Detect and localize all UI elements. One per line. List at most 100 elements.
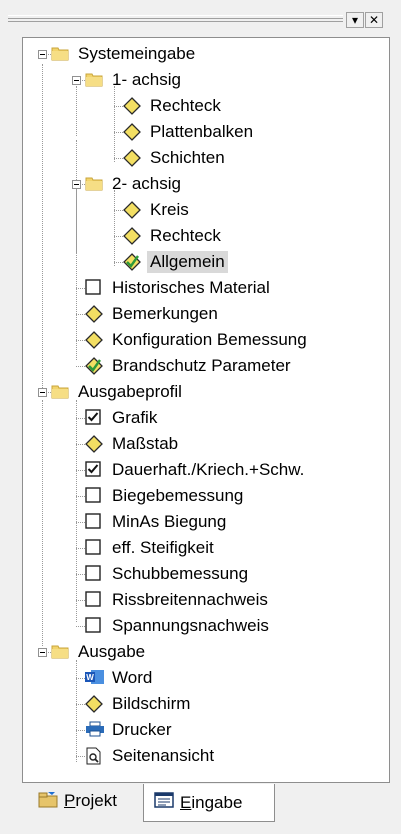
tree-node-label[interactable]: Seitenansicht	[109, 745, 217, 767]
tree-node[interactable]: Grafik	[23, 405, 389, 431]
tree-node-label[interactable]: Schichten	[147, 147, 228, 169]
tree-node-label[interactable]: Schubbemessung	[109, 563, 251, 585]
checkbox-icon[interactable]	[85, 591, 103, 609]
tree-node[interactable]: MinAs Biegung	[23, 509, 389, 535]
collapse-toggle[interactable]	[38, 388, 47, 397]
tree-node-label[interactable]: Rissbreitennachweis	[109, 589, 271, 611]
tree-line	[76, 626, 85, 627]
tree-node[interactable]: Drucker	[23, 717, 389, 743]
tree-node[interactable]: Allgemein	[23, 249, 389, 275]
tree-node[interactable]: W Word	[23, 665, 389, 691]
tree-node-label[interactable]: Konfiguration Bemessung	[109, 329, 310, 351]
tab-projekt[interactable]: Projekt	[28, 784, 140, 818]
tree-node-label[interactable]: Bildschirm	[109, 693, 193, 715]
tree-line	[76, 418, 85, 419]
tree-node-label[interactable]: Kreis	[147, 199, 192, 221]
tree-node[interactable]: Ausgabeprofil	[23, 379, 389, 405]
tree-node-label[interactable]: 1- achsig	[109, 69, 184, 91]
tree-node[interactable]: Rechteck	[23, 93, 389, 119]
tree-node[interactable]: Dauerhaft./Kriech.+Schw.	[23, 457, 389, 483]
checkbox-icon[interactable]	[85, 487, 103, 505]
tree-node[interactable]: Plattenbalken	[23, 119, 389, 145]
checkbox-icon[interactable]	[85, 279, 103, 297]
checkbox-icon[interactable]	[85, 617, 103, 635]
folder-icon	[51, 643, 69, 661]
tree-node[interactable]: Bildschirm	[23, 691, 389, 717]
tree-node[interactable]: Systemeingabe	[23, 41, 389, 67]
tree-node-label[interactable]: Plattenbalken	[147, 121, 256, 143]
tree-node-label[interactable]: Drucker	[109, 719, 175, 741]
tree-line	[114, 132, 123, 133]
tree-node[interactable]: Konfiguration Bemessung	[23, 327, 389, 353]
checkbox-checked-icon[interactable]	[85, 461, 103, 479]
folder-icon	[51, 45, 69, 63]
tree-node[interactable]: Historisches Material	[23, 275, 389, 301]
tab-eingabe[interactable]: Eingabe	[143, 784, 275, 822]
tree-node-label[interactable]: Systemeingabe	[75, 43, 198, 65]
tree-line	[76, 288, 85, 289]
printer-icon	[85, 721, 104, 739]
diamond-icon	[123, 123, 141, 141]
input-tree[interactable]: Systemeingabe 1- achsig Rechteck Plattenbal…	[22, 37, 390, 783]
tree-node-label[interactable]: Dauerhaft./Kriech.+Schw.	[109, 459, 307, 481]
checkbox-icon[interactable]	[85, 565, 103, 583]
collapse-toggle[interactable]	[38, 648, 47, 657]
folder-icon	[85, 175, 103, 193]
tree-node-label[interactable]: 2- achsig	[109, 173, 184, 195]
tree-node-label[interactable]: Grafik	[109, 407, 160, 429]
project-icon	[38, 790, 58, 813]
word-icon: W	[85, 669, 104, 687]
drag-grip[interactable]	[8, 15, 343, 22]
tree-node[interactable]: Biegebemessung	[23, 483, 389, 509]
tree-node-label[interactable]: Biegebemessung	[109, 485, 246, 507]
tree-node[interactable]: Seitenansicht	[23, 743, 389, 769]
tree-line	[76, 548, 85, 549]
tree-node-label[interactable]: Rechteck	[147, 225, 224, 247]
input-icon	[154, 791, 174, 814]
tab-bar: Projekt Eingabe	[22, 784, 390, 824]
collapse-toggle[interactable]	[72, 76, 81, 85]
tree-node-label[interactable]: Historisches Material	[109, 277, 273, 299]
tree-node[interactable]: Rechteck	[23, 223, 389, 249]
diamond-check-icon	[85, 357, 103, 375]
tree-node[interactable]: Rissbreitennachweis	[23, 587, 389, 613]
tree-node[interactable]: Spannungsnachweis	[23, 613, 389, 639]
tree-node-label[interactable]: Word	[109, 667, 155, 689]
tree-line	[114, 106, 123, 107]
tree-node-label[interactable]: Ausgabeprofil	[75, 381, 185, 403]
tree-node-label[interactable]: Bemerkungen	[109, 303, 221, 325]
tree-node-label[interactable]: MinAs Biegung	[109, 511, 229, 533]
tree-node-label[interactable]: eff. Steifigkeit	[109, 537, 217, 559]
svg-text:W: W	[86, 673, 94, 682]
tree-node[interactable]: Schubbemessung	[23, 561, 389, 587]
diamond-icon	[85, 331, 103, 349]
tree-node-label[interactable]: Allgemein	[147, 251, 228, 273]
tree-node-label[interactable]: Spannungsnachweis	[109, 615, 272, 637]
tree-line	[76, 704, 85, 705]
tree-node-label[interactable]: Brandschutz Parameter	[109, 355, 294, 377]
checkbox-icon[interactable]	[85, 513, 103, 531]
tree-node[interactable]: 2- achsig	[23, 171, 389, 197]
tree-node[interactable]: Brandschutz Parameter	[23, 353, 389, 379]
tree-node-label[interactable]: Rechteck	[147, 95, 224, 117]
collapse-toggle[interactable]	[38, 50, 47, 59]
tree-node-label[interactable]: Maßstab	[109, 433, 181, 455]
dropdown-icon[interactable]: ▾	[346, 12, 364, 28]
diamond-icon	[85, 695, 103, 713]
tree-node[interactable]: eff. Steifigkeit	[23, 535, 389, 561]
close-icon[interactable]: ✕	[365, 12, 383, 28]
tree-node-label[interactable]: Ausgabe	[75, 641, 148, 663]
tree-line	[76, 522, 85, 523]
tree-node[interactable]: Schichten	[23, 145, 389, 171]
checkbox-icon[interactable]	[85, 539, 103, 557]
tree-line	[76, 678, 85, 679]
collapse-toggle[interactable]	[72, 180, 81, 189]
tree-line	[76, 366, 85, 367]
tree-node[interactable]: Ausgabe	[23, 639, 389, 665]
tree-node[interactable]: 1- achsig	[23, 67, 389, 93]
tree-node[interactable]: Maßstab	[23, 431, 389, 457]
tree-node[interactable]: Kreis	[23, 197, 389, 223]
tree-line	[76, 340, 85, 341]
tree-node[interactable]: Bemerkungen	[23, 301, 389, 327]
checkbox-checked-icon[interactable]	[85, 409, 103, 427]
